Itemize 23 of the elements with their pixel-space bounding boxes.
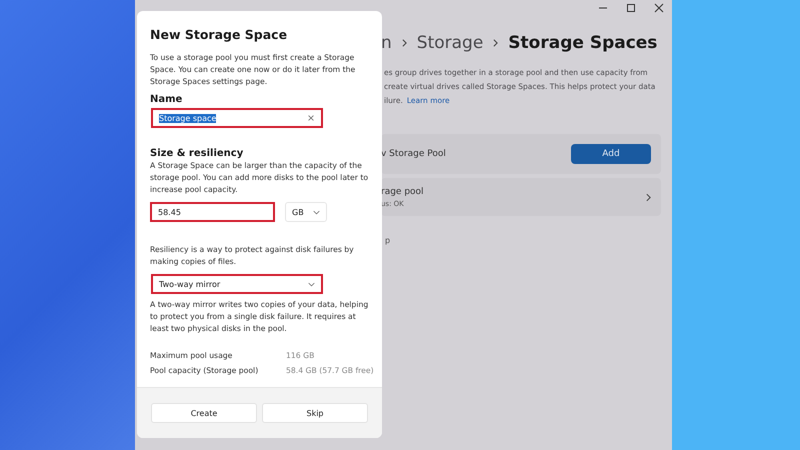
breadcrumb-item: Storage Spaces: [508, 33, 658, 53]
dialog-title: New Storage Space: [150, 27, 288, 42]
chevron-icon: [646, 192, 651, 202]
close-icon[interactable]: [654, 3, 664, 13]
dialog-button[interactable]: Skip: [262, 403, 368, 423]
chevron-down-icon: [308, 282, 315, 286]
section-heading: Name: [150, 94, 184, 105]
chevron-down-icon: [313, 210, 320, 214]
maximize-icon[interactable]: [626, 3, 636, 13]
size-field[interactable]: 58.45: [150, 202, 275, 222]
breadcrumb-item[interactable]: n: [381, 33, 392, 53]
clear-icon[interactable]: [307, 114, 315, 122]
unit-dropdown[interactable]: GB: [285, 202, 327, 222]
text-fragment: p: [385, 236, 390, 245]
section-heading: Size & resiliency: [150, 148, 244, 159]
chevron-icon: [402, 39, 407, 47]
resiliency-dropdown[interactable]: Two-way mirror: [151, 274, 323, 294]
add-button[interactable]: Add: [571, 144, 651, 164]
chevron-icon: [493, 39, 498, 47]
dialog-button[interactable]: Create: [151, 403, 257, 423]
name-field[interactable]: Storage space: [151, 108, 323, 128]
pool-name: rage pool: [381, 186, 424, 196]
breadcrumb-item[interactable]: Storage: [416, 33, 484, 53]
